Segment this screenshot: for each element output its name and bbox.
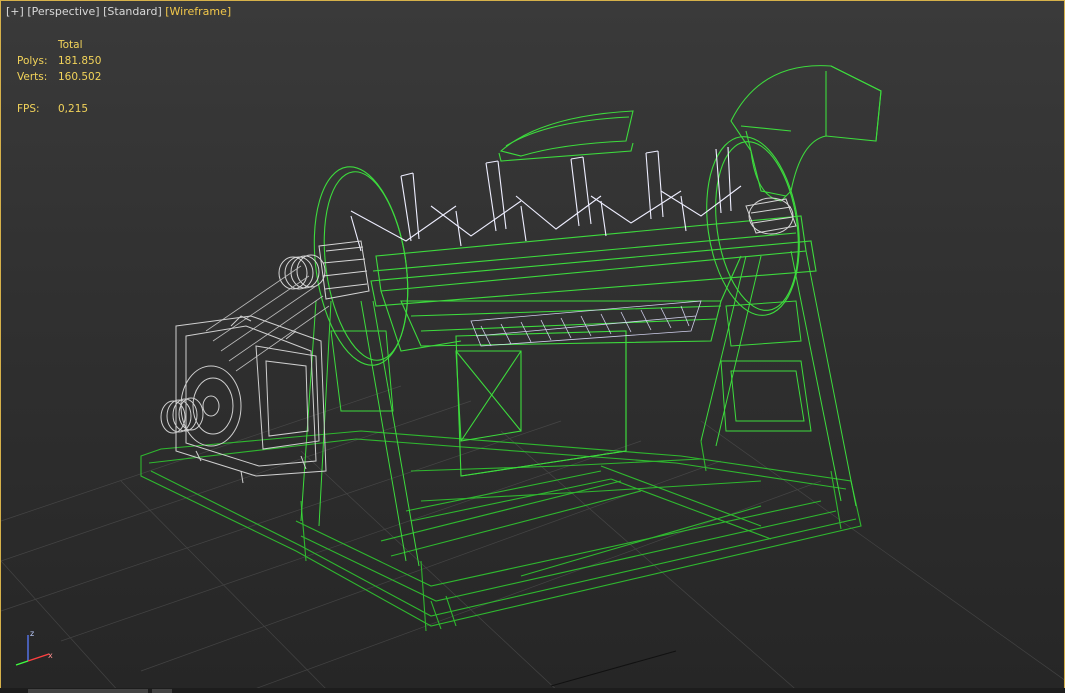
perspective-viewport[interactable]: z x [+] [Perspective] [Standard] [Wirefr… [0, 0, 1065, 693]
polys-label: Polys: [17, 55, 48, 67]
support-legs-wire [300, 250, 857, 567]
motor-gearbox-wire [160, 315, 327, 484]
viewport-menu-button[interactable]: [+] [6, 5, 24, 18]
fps-value: 0,215 [58, 103, 89, 115]
wireframe-scene[interactable]: z x [1, 1, 1065, 693]
exhaust-hood-wire [730, 65, 882, 202]
base-frame-wire [140, 430, 862, 632]
verts-label: Verts: [17, 71, 48, 83]
polys-value: 181.850 [58, 55, 102, 67]
bottom-strip [0, 688, 1065, 693]
statistics-overlay: Total Polys: 181.850 Verts: 160.502 FPS:… [17, 37, 101, 117]
top-cover-wire [498, 110, 634, 162]
ground-line [550, 650, 677, 687]
axis-gizmo: z x [15, 629, 53, 666]
gizmo-x-label: x [48, 651, 53, 660]
viewport-shading-standard-label[interactable]: [Standard] [103, 5, 162, 18]
bottom-tab[interactable] [152, 689, 172, 693]
viewport-view-label[interactable]: [Perspective] [27, 5, 99, 18]
ground-grid [1, 385, 1064, 692]
viewport-shading-mode-label[interactable]: [Wireframe] [165, 5, 231, 18]
verts-value: 160.502 [58, 71, 102, 83]
stats-header: Total [58, 39, 83, 51]
fps-label: FPS: [17, 103, 40, 115]
gizmo-z-label: z [30, 629, 34, 638]
bottom-tab[interactable] [28, 689, 148, 693]
viewport-label-bar: [+] [Perspective] [Standard] [Wireframe] [6, 5, 231, 18]
blades-wire [350, 146, 742, 252]
